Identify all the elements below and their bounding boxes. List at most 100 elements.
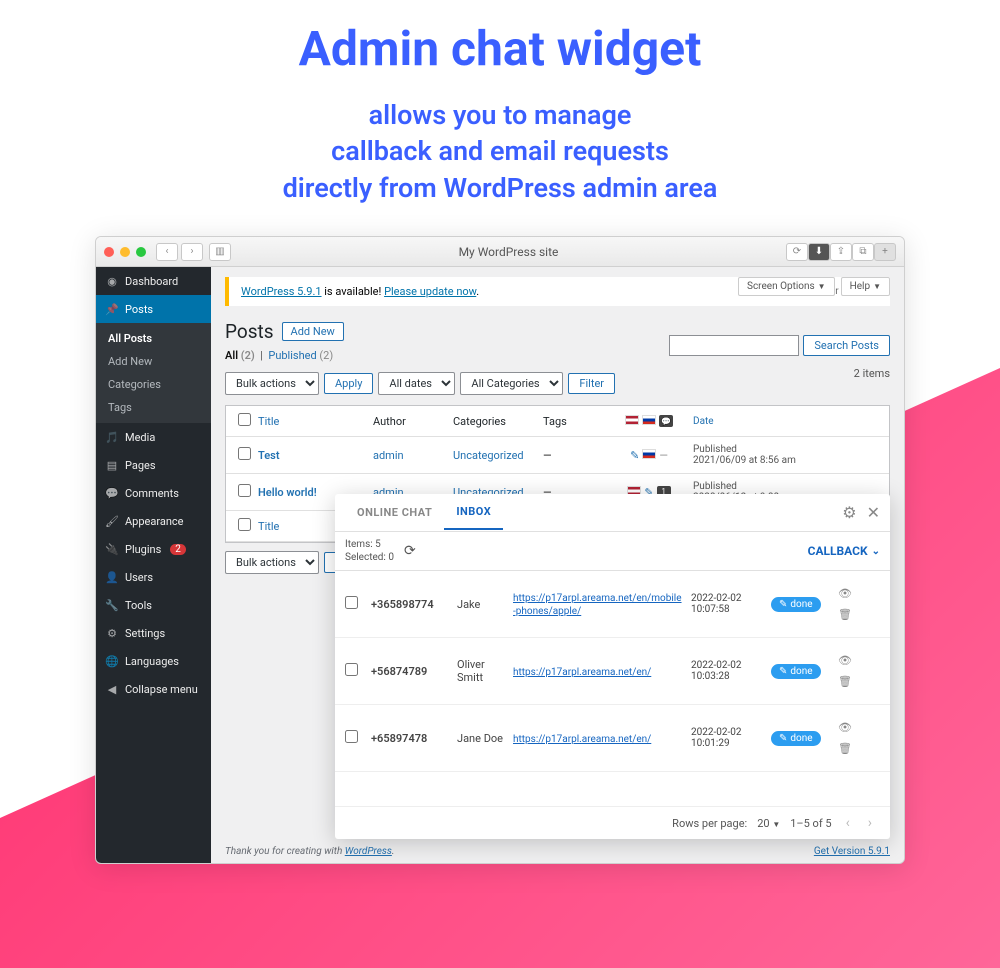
next-page-button[interactable]: › — [864, 815, 876, 831]
date-status: Published — [693, 481, 737, 492]
comments-label: Comments — [125, 487, 179, 500]
new-tab-button[interactable]: + — [874, 243, 896, 261]
wp-footer-thanks: Thank you for creating with WordPress. — [225, 846, 394, 857]
update-now-link[interactable]: Please update now — [384, 285, 476, 298]
pencil-icon[interactable]: ✎ — [630, 449, 639, 462]
reload-button[interactable]: ⟳ — [786, 243, 808, 261]
sidebar-toggle-icon[interactable]: ▥ — [209, 243, 231, 261]
add-new-button[interactable]: Add New — [282, 322, 344, 341]
screen-options-button[interactable]: Screen Options ▼ — [738, 277, 835, 296]
author-link[interactable]: admin — [373, 449, 404, 462]
select-all-checkbox[interactable] — [238, 413, 251, 426]
eye-icon[interactable]: 👁 — [838, 721, 852, 734]
post-title-link[interactable]: Test — [258, 449, 280, 462]
notice-mid: is available! — [322, 285, 385, 298]
comment-dash: — — [659, 449, 668, 462]
post-title-link[interactable]: Hello world! — [258, 486, 317, 499]
inbox-row-checkbox[interactable] — [345, 730, 358, 743]
sidebar-item-languages[interactable]: 🌐Languages — [96, 647, 211, 675]
search-posts-button[interactable]: Search Posts — [803, 335, 890, 356]
prev-page-button[interactable]: ‹ — [842, 815, 854, 831]
categories-filter-select[interactable]: All Categories — [460, 372, 563, 395]
gear-icon[interactable]: ⚙ — [842, 503, 856, 522]
url-link[interactable]: https://p17arpl.areama.net/en/ — [513, 667, 651, 678]
name-value: Jake — [457, 598, 505, 611]
sidebar-item-dashboard[interactable]: ◉Dashboard — [96, 267, 211, 295]
sidebar-item-tools[interactable]: 🔧Tools — [96, 591, 211, 619]
close-window-icon[interactable] — [104, 247, 114, 257]
rows-per-page-select[interactable]: 20 ▼ — [757, 817, 780, 830]
eye-icon[interactable]: 👁 — [838, 654, 852, 667]
share-button[interactable]: ⇪ — [830, 243, 852, 261]
get-version-link[interactable]: Get Version 5.9.1 — [814, 846, 890, 857]
row-checkbox[interactable] — [238, 484, 251, 497]
date-value: 2022-02-02 — [691, 593, 742, 604]
date-value: 2021/06/09 at 8:56 am — [693, 455, 796, 466]
flag-ru-icon[interactable] — [642, 449, 656, 459]
page-range: 1–5 of 5 — [790, 817, 831, 830]
help-button[interactable]: Help ▼ — [841, 277, 890, 296]
sidebar-sub-all-posts[interactable]: All Posts — [96, 327, 211, 350]
col-title[interactable]: Title — [258, 415, 279, 428]
tab-online-chat[interactable]: ONLINE CHAT — [345, 496, 444, 529]
search-input[interactable] — [669, 335, 799, 356]
refresh-icon[interactable]: ⟳ — [404, 543, 416, 559]
callback-filter-dropdown[interactable]: CALLBACK ⌄ — [808, 544, 880, 558]
bulk-actions-select[interactable]: Bulk actions — [225, 372, 319, 395]
sidebar-item-settings[interactable]: ⚙Settings — [96, 619, 211, 647]
download-button[interactable]: ⬇ — [808, 243, 830, 261]
comments-col-icon[interactable]: 💬 — [659, 415, 673, 427]
eye-icon[interactable]: 👁 — [838, 587, 852, 600]
category-link[interactable]: Uncategorized — [453, 449, 524, 462]
sidebar-item-users[interactable]: 👤Users — [96, 563, 211, 591]
dates-filter-select[interactable]: All dates — [378, 372, 455, 395]
sidebar-item-comments[interactable]: 💬Comments — [96, 479, 211, 507]
maximize-window-icon[interactable] — [136, 247, 146, 257]
inbox-row-checkbox[interactable] — [345, 663, 358, 676]
tabs-button[interactable]: ⧉ — [852, 243, 874, 261]
done-badge[interactable]: ✎ done — [771, 597, 821, 612]
back-button[interactable]: ‹ — [156, 243, 178, 261]
forward-button[interactable]: › — [181, 243, 203, 261]
sidebar-item-plugins[interactable]: 🔌Plugins2 — [96, 535, 211, 563]
row-checkbox[interactable] — [238, 447, 251, 460]
sidebar-item-pages[interactable]: ▤Pages — [96, 451, 211, 479]
flag-us-icon[interactable] — [625, 415, 639, 425]
col-date[interactable]: Date — [693, 416, 714, 427]
trash-icon[interactable]: 🗑 — [838, 608, 852, 621]
inbox-row-checkbox[interactable] — [345, 596, 358, 609]
sidebar-sub-categories[interactable]: Categories — [96, 373, 211, 396]
time-value: 10:07:58 — [691, 604, 730, 615]
tags-value: — — [539, 449, 609, 462]
trash-icon[interactable]: 🗑 — [838, 675, 852, 688]
sidebar-item-posts[interactable]: 📌Posts — [96, 295, 211, 323]
flag-ru-icon[interactable] — [642, 415, 656, 425]
sidebar-item-media[interactable]: 🎵Media — [96, 423, 211, 451]
select-all-checkbox-bottom[interactable] — [238, 518, 251, 531]
inbox-row: +365898774 Jake https://p17arpl.areama.n… — [335, 571, 890, 638]
name-value: Jane Doe — [457, 732, 505, 745]
done-badge[interactable]: ✎ done — [771, 664, 821, 679]
sidebar-sub-add-new[interactable]: Add New — [96, 350, 211, 373]
status-all[interactable]: All (2) — [225, 349, 255, 362]
trash-icon[interactable]: 🗑 — [838, 742, 852, 755]
url-link[interactable]: https://p17arpl.areama.net/en/mobile-pho… — [513, 593, 682, 617]
browser-titlebar: ‹ › ▥ My WordPress site ⟳ ⬇ ⇪ ⧉ + — [96, 237, 904, 267]
col-title-bottom[interactable]: Title — [258, 520, 279, 533]
filter-button[interactable]: Filter — [568, 373, 615, 394]
minimize-window-icon[interactable] — [120, 247, 130, 257]
selected-count-label: Selected: 0 — [345, 551, 394, 564]
done-badge[interactable]: ✎ done — [771, 731, 821, 746]
sidebar-collapse[interactable]: ◀Collapse menu — [96, 675, 211, 703]
wp-version-link[interactable]: WordPress 5.9.1 — [241, 285, 322, 298]
wordpress-link[interactable]: WordPress — [345, 846, 392, 857]
sidebar-sub-tags[interactable]: Tags — [96, 396, 211, 419]
sidebar-item-appearance[interactable]: 🖌Appearance — [96, 507, 211, 535]
bulk-actions-select-bottom[interactable]: Bulk actions — [225, 551, 319, 574]
apply-bulk-button[interactable]: Apply — [324, 373, 373, 394]
close-icon[interactable]: ✕ — [867, 503, 880, 522]
tab-inbox[interactable]: INBOX — [444, 495, 503, 530]
url-link[interactable]: https://p17arpl.areama.net/en/ — [513, 734, 651, 745]
pages-label: Pages — [125, 459, 156, 472]
status-published[interactable]: Published (2) — [268, 349, 333, 362]
